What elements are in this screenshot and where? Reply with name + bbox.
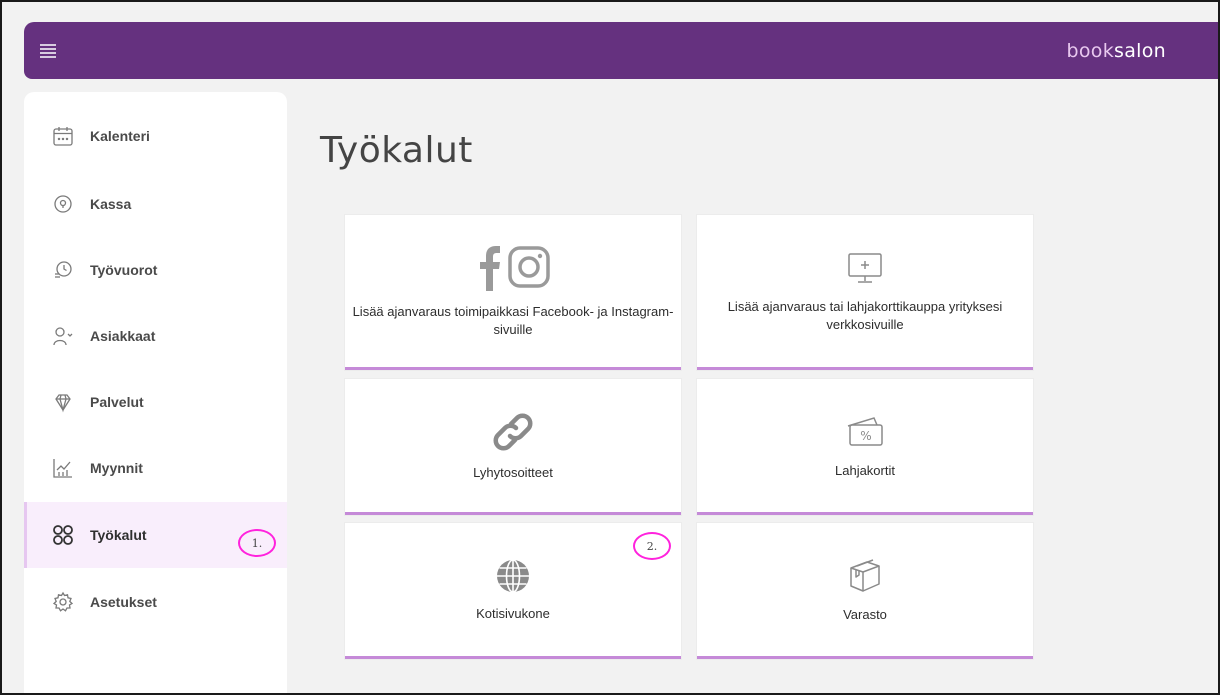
card-label: Lisää ajanvaraus tai lahjakorttikauppa y…: [727, 299, 1003, 332]
monitor-icon: [845, 248, 885, 288]
top-bar: booksalon: [24, 22, 1218, 79]
sidebar: Kalenteri Kassa Työvuorot Asiakkaat Palv: [24, 92, 287, 693]
sidebar-item-label: Asiakkaat: [90, 328, 156, 344]
app-frame: booksalon Kalenteri Kassa Työvuorot Asia…: [0, 0, 1220, 695]
sidebar-item-label: Asetukset: [90, 594, 157, 610]
card-social-booking[interactable]: Lisää ajanvaraus toimipaikkasi Facebook-…: [345, 215, 681, 370]
tools-grid-icon: [52, 524, 74, 546]
sidebar-item-label: Kassa: [90, 196, 132, 212]
annotation-marker-1: 1.: [238, 529, 276, 557]
hamburger-menu-icon[interactable]: [40, 43, 56, 58]
customers-icon: [52, 325, 74, 347]
card-label: Lyhytosoitteet: [473, 464, 553, 480]
diamond-icon: [52, 391, 74, 413]
sidebar-item-label: Kalenteri: [90, 128, 150, 144]
sidebar-item-asetukset[interactable]: Asetukset: [24, 570, 287, 634]
facebook-instagram-icon: [468, 243, 558, 293]
annotation-marker-2: 2.: [633, 532, 671, 560]
sidebar-item-label: Työkalut: [90, 527, 147, 543]
sidebar-item-palvelut[interactable]: Palvelut: [24, 370, 287, 434]
card-inventory[interactable]: Varasto: [697, 523, 1033, 659]
card-website-booking[interactable]: Lisää ajanvaraus tai lahjakorttikauppa y…: [697, 215, 1033, 370]
link-icon: [491, 410, 535, 454]
brand-part-salon: salon: [1114, 39, 1166, 62]
sales-chart-icon: [52, 457, 74, 479]
sidebar-item-label: Myynnit: [90, 460, 143, 476]
box-icon: [845, 556, 885, 596]
sidebar-item-myynnit[interactable]: Myynnit: [24, 436, 287, 500]
svg-text:%: %: [860, 429, 871, 443]
sidebar-item-asiakkaat[interactable]: Asiakkaat: [24, 304, 287, 368]
sidebar-item-label: Työvuorot: [90, 262, 158, 278]
card-label: Kotisivukone: [476, 605, 550, 621]
card-label: Lisää ajanvaraus toimipaikkasi Facebook-…: [352, 304, 674, 337]
sidebar-item-kassa[interactable]: Kassa: [24, 172, 287, 236]
sidebar-item-label: Palvelut: [90, 394, 144, 410]
brand-logo[interactable]: booksalon: [1066, 40, 1166, 62]
card-label: Varasto: [843, 606, 887, 622]
page-title: Työkalut: [320, 130, 473, 171]
sidebar-item-tyovuorot[interactable]: Työvuorot: [24, 238, 287, 302]
calendar-icon: [52, 125, 74, 147]
card-gift-cards[interactable]: % Lahjakortit: [697, 379, 1033, 515]
card-label: Lahjakortit: [835, 462, 895, 478]
sidebar-item-kalenteri[interactable]: Kalenteri: [24, 104, 287, 168]
card-website-builder[interactable]: Kotisivukone: [345, 523, 681, 659]
gift-card-icon: %: [840, 412, 890, 452]
globe-icon: [494, 557, 532, 595]
shift-clock-icon: [52, 259, 74, 281]
card-short-links[interactable]: Lyhytosoitteet: [345, 379, 681, 515]
settings-gear-icon: [52, 591, 74, 613]
location-pin-icon: [52, 193, 74, 215]
brand-part-book: book: [1066, 39, 1114, 62]
